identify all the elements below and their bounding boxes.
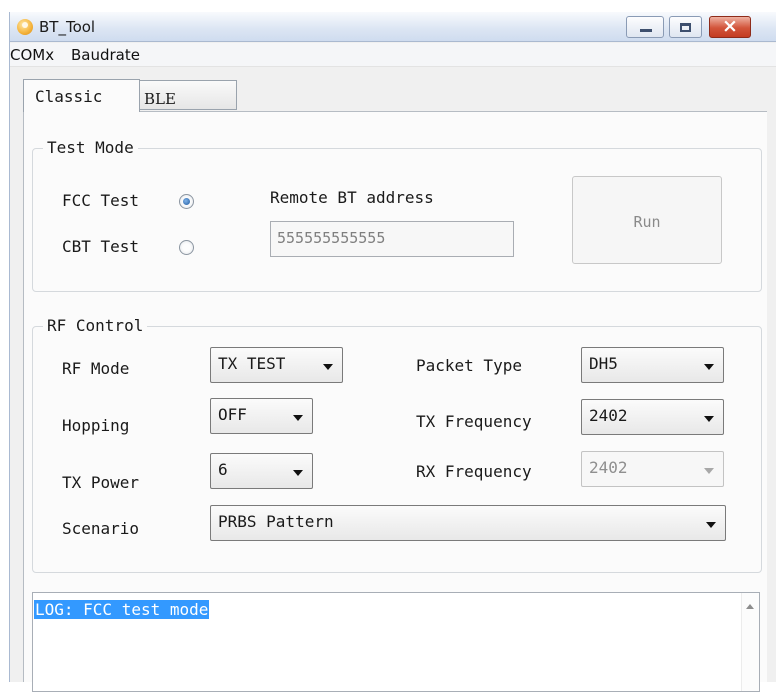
cbt-test-label: CBT Test: [62, 237, 140, 256]
scenario-value: PRBS Pattern: [218, 512, 334, 531]
hopping-label: Hopping: [62, 416, 130, 435]
chevron-down-icon: [704, 416, 714, 422]
chevron-down-icon: [323, 364, 333, 370]
packet-type-value: DH5: [589, 354, 618, 373]
maximize-icon: [680, 23, 691, 32]
tab-classic-label: Classic: [35, 87, 103, 106]
rf-control-title: RF Control: [43, 316, 148, 335]
minimize-button[interactable]: [626, 16, 664, 38]
rx-frequency-label: RX Frequency: [416, 462, 532, 481]
log-output[interactable]: LOG: FCC test mode: [32, 592, 760, 692]
log-scrollbar[interactable]: [741, 593, 759, 691]
close-icon: ×: [722, 15, 738, 37]
chevron-down-icon: [706, 522, 716, 528]
tx-power-value: 6: [218, 460, 228, 479]
tab-ble[interactable]: BLE: [139, 80, 237, 110]
menu-bar: COMx Baudrate: [10, 43, 776, 67]
log-text: LOG: FCC test mode: [34, 600, 210, 619]
chevron-down-icon: [704, 468, 714, 474]
hopping-value: OFF: [218, 405, 247, 424]
chevron-down-icon: [293, 470, 303, 476]
minimize-icon: [640, 29, 652, 32]
tx-frequency-select[interactable]: 2402: [581, 399, 724, 435]
maximize-button[interactable]: [669, 16, 702, 38]
title-bar[interactable]: BT_Tool ×: [10, 12, 776, 42]
rx-frequency-value: 2402: [589, 458, 628, 477]
tx-frequency-label: TX Frequency: [416, 412, 532, 431]
tx-power-select[interactable]: 6: [210, 453, 313, 489]
fcc-test-label: FCC Test: [62, 191, 140, 210]
menu-baudrate[interactable]: Baudrate: [71, 46, 140, 64]
packet-type-label: Packet Type: [416, 356, 522, 375]
scenario-select[interactable]: PRBS Pattern: [210, 505, 726, 541]
window-title: BT_Tool: [39, 18, 96, 36]
chevron-down-icon: [704, 364, 714, 370]
tx-frequency-value: 2402: [589, 406, 628, 425]
scenario-label: Scenario: [62, 519, 140, 538]
fcc-test-radio[interactable]: [179, 194, 194, 209]
remote-bt-address-input[interactable]: 555555555555: [270, 221, 514, 257]
rf-mode-label: RF Mode: [62, 359, 130, 378]
hopping-select[interactable]: OFF: [210, 398, 313, 434]
packet-type-select[interactable]: DH5: [581, 347, 724, 383]
test-mode-title: Test Mode: [43, 138, 138, 157]
chevron-down-icon: [293, 415, 303, 421]
tx-power-label: TX Power: [62, 473, 140, 492]
close-button[interactable]: ×: [709, 15, 751, 38]
rf-mode-value: TX TEST: [218, 354, 286, 373]
test-mode-group: Test Mode FCC Test CBT Test Remote BT ad…: [32, 138, 762, 292]
rf-control-group: RF Control RF Mode TX TEST Hopping OFF T…: [32, 316, 762, 573]
scroll-up-icon[interactable]: [746, 604, 754, 609]
app-person-icon: [17, 19, 33, 35]
rf-mode-select[interactable]: TX TEST: [210, 347, 343, 383]
run-button-label: Run: [633, 213, 661, 231]
classic-tab-panel: Test Mode FCC Test CBT Test Remote BT ad…: [23, 111, 767, 692]
menu-comx[interactable]: COMx: [10, 46, 54, 64]
run-button[interactable]: Run: [572, 176, 722, 264]
tab-classic[interactable]: Classic: [23, 79, 140, 112]
tab-ble-label: BLE: [144, 90, 176, 108]
rx-frequency-select[interactable]: 2402: [581, 451, 724, 487]
remote-bt-address-label: Remote BT address: [270, 188, 434, 207]
cbt-test-radio[interactable]: [179, 240, 194, 255]
